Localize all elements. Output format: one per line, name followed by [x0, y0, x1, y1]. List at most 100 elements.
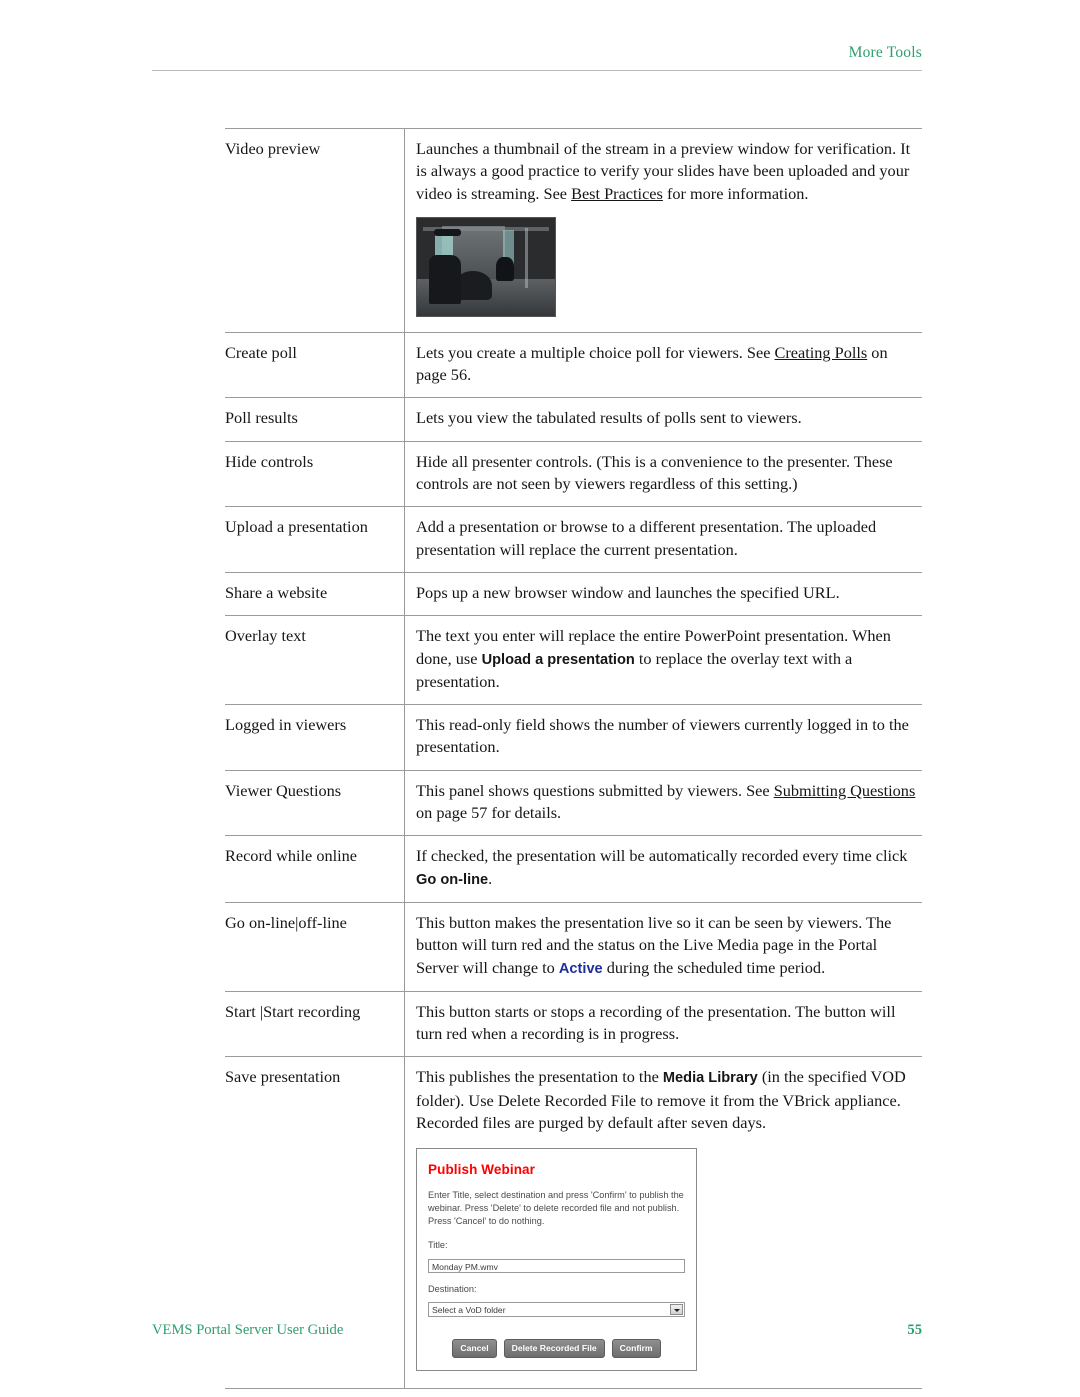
description-run: for more information.: [662, 183, 809, 203]
dialog-button-row: Cancel Delete Recorded File Confirm: [428, 1338, 685, 1358]
description-text: This read-only field shows the number of…: [416, 714, 922, 759]
footer-page-number: 55: [907, 1322, 922, 1338]
term-label: Video preview: [225, 139, 321, 158]
video-preview-figure: [416, 216, 922, 317]
confirm-button[interactable]: Confirm: [611, 1338, 661, 1358]
description-text: The text you enter will replace the enti…: [416, 625, 922, 693]
thumbnail-shape: [524, 227, 529, 289]
description-text: This panel shows questions submitted by …: [416, 780, 922, 825]
table-cell-description: Launches a thumbnail of the stream in a …: [404, 128, 922, 333]
table-row: Upload a presentation Add a presentation …: [225, 506, 922, 573]
description-run: during the scheduled time period.: [602, 957, 826, 977]
running-header: More Tools: [152, 44, 922, 72]
chevron-down-icon[interactable]: [670, 1303, 683, 1315]
table-row: Video preview Launches a thumbnail of the…: [225, 128, 922, 333]
ui-control-name: Go on-line: [416, 871, 489, 888]
table-cell-description: This button starts or stops a recording …: [404, 990, 922, 1057]
cancel-button[interactable]: Cancel: [452, 1338, 497, 1358]
term-label: Save presentation: [225, 1067, 341, 1087]
table-cell-term: Upload a presentation: [225, 506, 405, 573]
table-cell-description: Pops up a new browser window and launche…: [404, 571, 922, 616]
delete-recorded-file-button[interactable]: Delete Recorded File: [503, 1338, 605, 1358]
description-run: Lets you create a multiple choice poll f…: [416, 342, 775, 362]
description-text: Launches a thumbnail of the stream in a …: [416, 138, 922, 205]
thumbnail-shape: [433, 228, 462, 236]
term-label: Poll results: [225, 408, 298, 428]
description-run: This button starts or stops a recording …: [416, 1001, 896, 1044]
description-run: Lets you view the tabulated results of p…: [416, 408, 802, 428]
thumbnail-shape: [495, 257, 514, 281]
ui-control-name: Upload a presentation: [481, 651, 635, 668]
dialog-title: Publish Webinar: [428, 1162, 536, 1178]
table-row: Hide controls Hide all presenter controls…: [225, 440, 922, 507]
more-tools-reference-table: Video preview Launches a thumbnail of the…: [225, 128, 922, 1389]
table-row: Share a website Pops up a new browser win…: [225, 571, 922, 616]
description-run: .: [488, 868, 493, 888]
table-cell-term: Create poll: [225, 331, 405, 398]
header-title: More Tools: [848, 44, 922, 61]
table-cell-term: Viewer Questions: [225, 769, 405, 836]
description-text: This publishes the presentation to the M…: [416, 1066, 922, 1134]
table-cell-term: Record while online: [225, 835, 405, 903]
table-cell-term: Go on-line|off-line: [225, 901, 405, 992]
cross-reference-link[interactable]: Best Practices: [571, 184, 663, 203]
table-cell-description: Hide all presenter controls. (This is a …: [404, 440, 922, 507]
description-text: This button makes the presentation live …: [416, 912, 922, 980]
document-page: More Tools Video preview Launches a thumb…: [0, 0, 1080, 1397]
term-label: Upload a presentation: [225, 517, 368, 537]
description-run: Hide all presenter controls. (This is a …: [416, 451, 893, 494]
title-field-label: Title:: [428, 1240, 448, 1251]
table-row: Viewer Questions This panel shows questio…: [225, 769, 922, 836]
description-text: Lets you create a multiple choice poll f…: [416, 342, 922, 387]
cross-reference-link[interactable]: Submitting Questions: [774, 781, 916, 800]
dialog-instructions: Enter Title, select destination and pres…: [428, 1189, 684, 1227]
video-preview-thumbnail-image: [416, 216, 556, 317]
term-label: Hide controls: [225, 451, 314, 471]
term-label: Create poll: [225, 342, 297, 362]
term-label: Go on-line|off-line: [225, 912, 347, 932]
table-cell-term: Start |Start recording: [225, 990, 405, 1057]
table-cell-description: Add a presentation or browse to a differ…: [404, 506, 922, 573]
description-run: This panel shows questions submitted by …: [416, 780, 774, 800]
destination-select[interactable]: Select a VoD folder: [428, 1301, 685, 1317]
table-cell-description: If checked, the presentation will be aut…: [404, 835, 922, 903]
destination-select-value: Select a VoD folder: [432, 1304, 506, 1315]
description-run: This read-only field shows the number of…: [416, 715, 909, 757]
term-label: Share a website: [225, 582, 328, 602]
description-run: This publishes the presentation to the: [416, 1067, 663, 1087]
table-row: Record while online If checked, the prese…: [225, 835, 922, 903]
destination-field-label: Destination:: [428, 1283, 477, 1294]
cross-reference-link[interactable]: Creating Polls: [775, 343, 868, 362]
header-divider: [152, 70, 922, 72]
table-cell-description: This read-only field shows the number of…: [404, 704, 922, 771]
table-row: Logged in viewers This read-only field sh…: [225, 704, 922, 771]
description-run: Pops up a new browser window and launche…: [416, 582, 840, 602]
table-cell-term: Share a website: [225, 571, 405, 616]
table-cell-description: Lets you create a multiple choice poll f…: [404, 331, 922, 398]
status-badge-active: Active: [558, 960, 603, 977]
term-label: Start |Start recording: [225, 1001, 361, 1021]
table-row: Poll results Lets you view the tabulated …: [225, 397, 922, 442]
footer-guide-title: VEMS Portal Server User Guide: [152, 1322, 344, 1338]
table-row: Go on-line|off-line This button makes the…: [225, 901, 922, 992]
table-body: Video preview Launches a thumbnail of the…: [225, 128, 922, 1389]
description-text: Lets you view the tabulated results of p…: [416, 407, 922, 429]
title-input[interactable]: Monday PM.wmv: [428, 1258, 685, 1273]
description-text: Hide all presenter controls. (This is a …: [416, 451, 922, 496]
description-run: If checked, the presentation will be aut…: [416, 846, 908, 866]
page-footer: VEMS Portal Server User Guide 55: [152, 1322, 922, 1339]
description-text: Add a presentation or browse to a differ…: [416, 516, 922, 561]
table-cell-term: Logged in viewers: [225, 704, 405, 771]
table-row: Overlay text The text you enter will repl…: [225, 615, 922, 705]
table-row: Start |Start recording This button starts…: [225, 990, 922, 1057]
table-cell-term: Overlay text: [225, 615, 405, 705]
table-cell-term: Hide controls: [225, 440, 405, 507]
ui-control-name: Media Library: [662, 1070, 758, 1087]
table-cell-description: Lets you view the tabulated results of p…: [404, 397, 922, 442]
term-label: Overlay text: [225, 626, 306, 646]
description-run: on page 57 for details.: [416, 803, 562, 823]
description-text: This button starts or stops a recording …: [416, 1001, 922, 1046]
term-label: Logged in viewers: [225, 715, 347, 735]
table-cell-term: Video preview: [225, 128, 405, 333]
table-cell-description: The text you enter will replace the enti…: [404, 615, 922, 705]
